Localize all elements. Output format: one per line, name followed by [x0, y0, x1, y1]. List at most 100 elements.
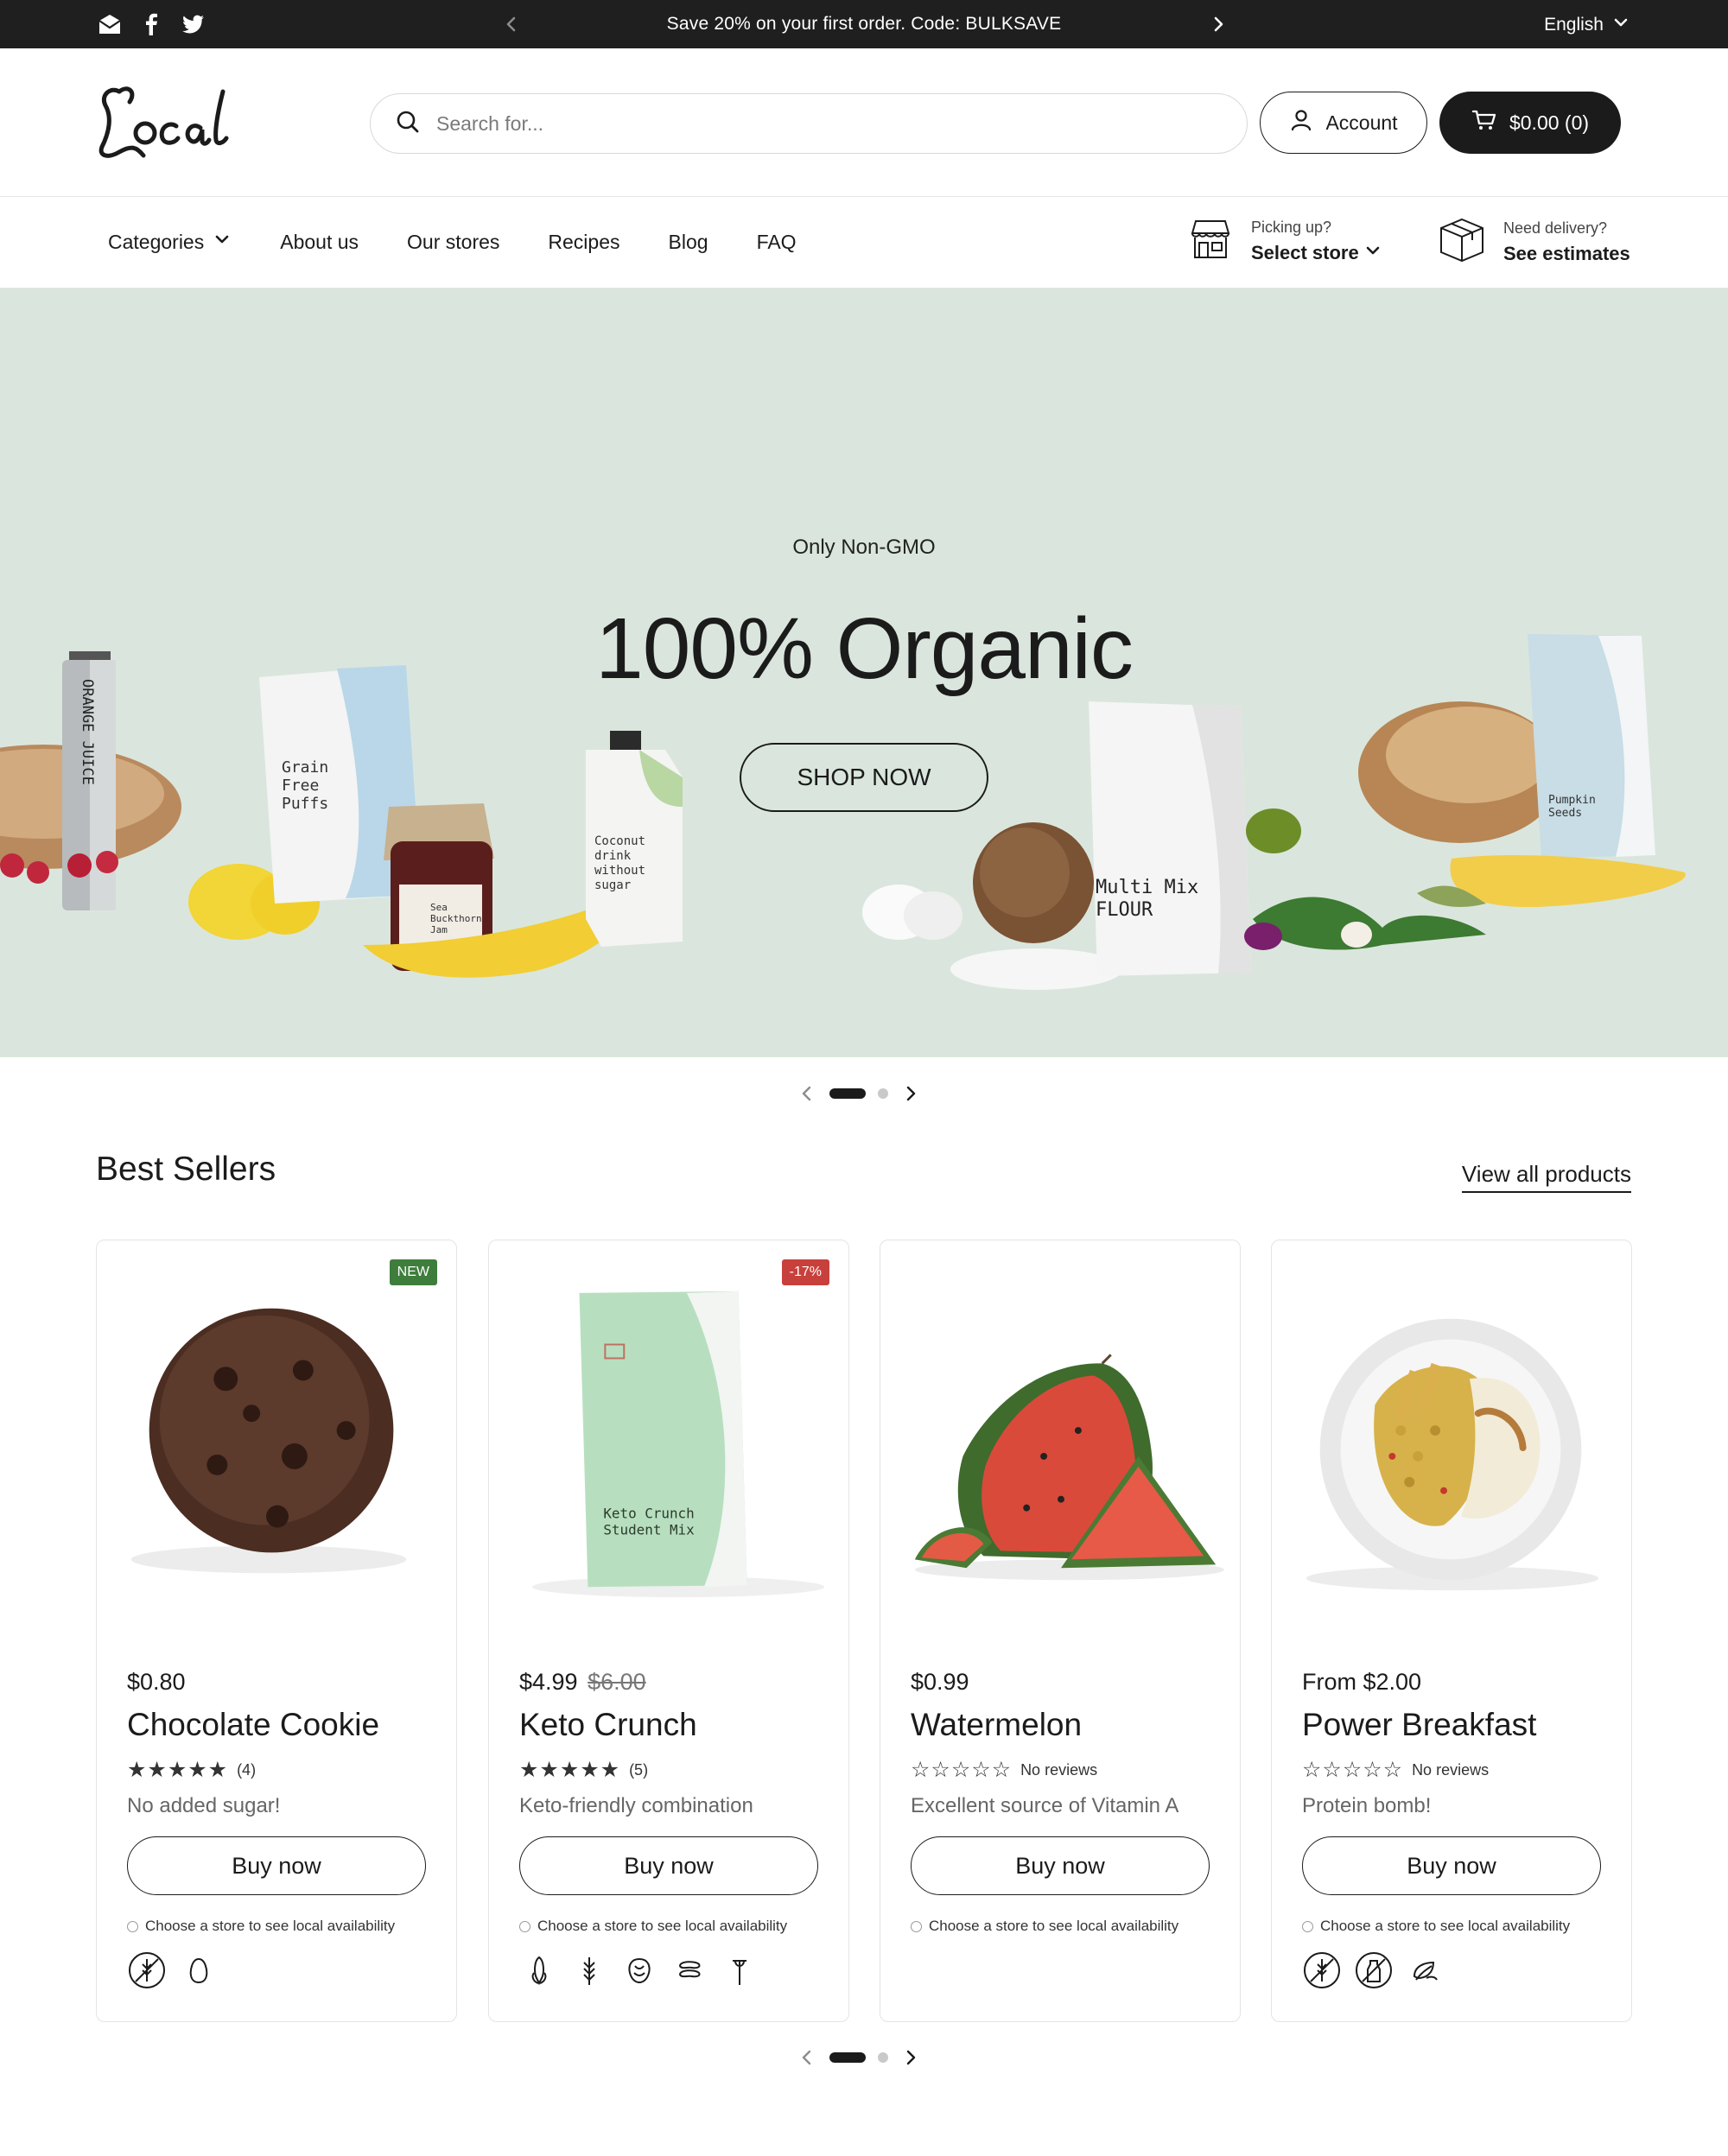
review-count: No reviews [1412, 1760, 1490, 1779]
dairy-free-icon [1354, 1950, 1394, 1990]
main-nav: Categories About us Our stores Recipes B… [0, 197, 1728, 289]
pickup-selector[interactable]: Picking up? Select store [1187, 216, 1382, 267]
select-store-label: Select store [1251, 242, 1359, 263]
user-icon [1289, 108, 1313, 137]
review-count: No reviews [1020, 1760, 1098, 1779]
best-sellers-title: Best Sellers [96, 1151, 276, 1188]
availability-status-icon [911, 1920, 922, 1932]
search-input[interactable] [436, 111, 1197, 136]
chevron-down-icon [213, 230, 232, 254]
product-image-power-breakfast[interactable] [1272, 1240, 1631, 1646]
availability-status-icon [519, 1920, 530, 1932]
sale-price: $4.99 [519, 1669, 578, 1695]
gluten-free-icon [1302, 1950, 1342, 1990]
carousel-dot-active[interactable] [829, 1088, 866, 1099]
product-image-chocolate-cookie[interactable] [97, 1240, 456, 1646]
availability-text: Choose a store to see local availability [537, 1918, 788, 1934]
availability-text: Choose a store to see local availability [145, 1918, 396, 1934]
chevron-down-icon [1364, 242, 1382, 264]
view-all-products-link[interactable]: View all products [1461, 1161, 1631, 1193]
chevron-right-icon[interactable] [900, 1083, 921, 1104]
availability-text: Choose a store to see local availability [1320, 1918, 1571, 1934]
nav-recipes[interactable]: Recipes [548, 230, 619, 254]
chevron-left-icon[interactable] [797, 2047, 817, 2068]
box-icon [1438, 216, 1486, 269]
buy-now-button[interactable]: Buy now [519, 1836, 818, 1895]
star-rating: ★★★★★ [127, 1758, 229, 1782]
product-image-keto-crunch[interactable]: Keto Crunch Student Mix [489, 1240, 848, 1646]
buy-now-button[interactable]: Buy now [1302, 1836, 1601, 1895]
availability-note: Choose a store to see local availability [911, 1918, 1178, 1935]
chevron-right-icon[interactable] [900, 2047, 921, 2068]
product-description: Keto-friendly combination [519, 1794, 753, 1817]
language-selector[interactable]: English [1544, 14, 1630, 36]
product-card[interactable]: From $2.00 Power Breakfast ☆☆☆☆☆ No revi… [1271, 1240, 1632, 2022]
dietary-icons [1302, 1950, 1445, 1990]
product-rating: ☆☆☆☆☆ No reviews [911, 1757, 1097, 1783]
star-rating: ★★★★★ [519, 1758, 621, 1782]
product-image-watermelon[interactable] [880, 1240, 1240, 1646]
corn-icon [519, 1950, 559, 1990]
product-description: Excellent source of Vitamin A [911, 1794, 1179, 1817]
promo-text: Save 20% on your first order. Code: BULK… [666, 14, 1062, 34]
hero-banner: ORANGE JUICE Grain Free Puffs Sea Buckth… [0, 289, 1728, 1057]
nav-categories[interactable]: Categories [108, 230, 232, 254]
carousel-dot[interactable] [878, 1088, 888, 1099]
product-name[interactable]: Power Breakfast [1302, 1707, 1536, 1743]
product-description: No added sugar! [127, 1794, 281, 1817]
product-rating: ★★★★★ (4) [127, 1757, 256, 1783]
cart-icon [1471, 108, 1497, 137]
delivery-caption: Need delivery? [1503, 219, 1608, 237]
product-card[interactable]: NEW $0.80 Chocolate Cookie ★★★★★ (4) No … [96, 1240, 457, 2022]
promo-next-icon[interactable] [1206, 12, 1230, 36]
availability-note: Choose a store to see local availability [1302, 1918, 1570, 1935]
carousel-dot[interactable] [878, 2052, 888, 2063]
cart-button[interactable]: $0.00 (0) [1439, 92, 1621, 154]
vegan-icon [1406, 1950, 1445, 1990]
store-icon [1187, 216, 1234, 267]
nav-our-stores[interactable]: Our stores [407, 230, 499, 254]
dietary-icons [519, 1950, 759, 1990]
nav-faq[interactable]: FAQ [757, 230, 797, 254]
grain-icon [720, 1950, 759, 1990]
buy-now-button[interactable]: Buy now [127, 1836, 426, 1895]
product-price: $4.99 $6.00 [519, 1669, 646, 1696]
nut-icon [619, 1950, 659, 1990]
review-count: (4) [237, 1760, 257, 1779]
availability-note: Choose a store to see local availability [127, 1918, 395, 1935]
shop-now-button[interactable]: SHOP NOW [740, 743, 988, 812]
product-name[interactable]: Keto Crunch [519, 1707, 697, 1743]
nav-blog[interactable]: Blog [669, 230, 708, 254]
see-estimates-label: See estimates [1503, 243, 1630, 264]
availability-text: Choose a store to see local availability [929, 1918, 1179, 1934]
logo[interactable] [93, 79, 232, 164]
availability-status-icon [127, 1920, 138, 1932]
account-label: Account [1325, 111, 1398, 134]
buy-now-button[interactable]: Buy now [911, 1836, 1210, 1895]
product-rating: ☆☆☆☆☆ No reviews [1302, 1757, 1489, 1783]
delivery-estimates[interactable]: Need delivery? See estimates [1438, 216, 1630, 269]
product-price: $0.80 [127, 1669, 186, 1695]
product-card[interactable]: Keto Crunch Student Mix -17% $4.99 $6.00… [488, 1240, 849, 2022]
wheat-icon [569, 1950, 609, 1990]
bean-icon [670, 1950, 709, 1990]
hero-headline: 100% Organic [595, 600, 1134, 697]
carousel-dot-active[interactable] [829, 2052, 866, 2063]
nav-about-us[interactable]: About us [280, 230, 359, 254]
product-name[interactable]: Chocolate Cookie [127, 1707, 379, 1743]
product-card[interactable]: $0.99 Watermelon ☆☆☆☆☆ No reviews Excell… [880, 1240, 1241, 2022]
account-button[interactable]: Account [1260, 92, 1427, 154]
search-icon [395, 109, 421, 139]
original-price: $6.00 [588, 1669, 646, 1695]
product-description: Protein bomb! [1302, 1794, 1432, 1817]
hero-carousel-controls [797, 1083, 921, 1104]
search-bar[interactable] [370, 93, 1248, 154]
pickup-caption: Picking up? [1251, 219, 1332, 236]
cart-total: $0.00 (0) [1509, 111, 1590, 134]
chevron-left-icon[interactable] [797, 1083, 817, 1104]
availability-status-icon [1302, 1920, 1313, 1932]
chevron-down-icon [1612, 14, 1630, 36]
product-rating: ★★★★★ (5) [519, 1757, 648, 1783]
review-count: (5) [629, 1760, 649, 1779]
product-name[interactable]: Watermelon [911, 1707, 1082, 1743]
